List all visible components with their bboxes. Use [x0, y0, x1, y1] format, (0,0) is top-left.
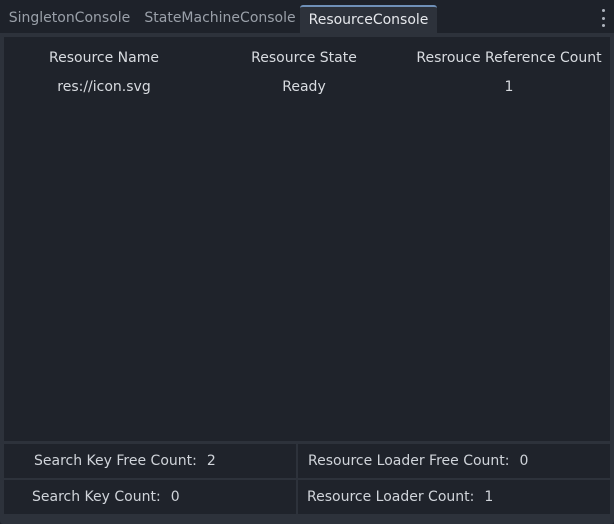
- column-header-resource-name: Resource Name: [49, 50, 159, 66]
- table-cell-resource-state: Ready: [282, 79, 326, 95]
- tab-singleton-console[interactable]: SingletonConsole: [3, 6, 136, 32]
- search-key-free-count-value: 2: [206, 453, 216, 469]
- resource-loader-count-value: 1: [484, 489, 494, 505]
- column-header-reference-count: Resrouce Reference Count: [416, 50, 602, 66]
- search-key-free-count-label: Search Key Free Count:: [34, 453, 197, 469]
- search-key-count-label: Search Key Count:: [32, 489, 161, 505]
- tab-bar: SingletonConsole StateMachineConsole Res…: [0, 0, 614, 33]
- tab-resource-console[interactable]: ResourceConsole: [300, 5, 437, 33]
- resource-loader-count-stat: Resource Loader Count: 1: [298, 480, 610, 514]
- resource-loader-free-count-stat: Resource Loader Free Count: 0: [298, 444, 610, 478]
- resource-table: Resource Name Resource State Resrouce Re…: [4, 37, 610, 441]
- search-key-count-stat: Search Key Count: 0: [4, 480, 296, 514]
- table-cell-resource-name: res://icon.svg: [57, 79, 151, 95]
- resource-loader-count-label: Resource Loader Count:: [307, 489, 475, 505]
- table-cell-reference-count: 1: [504, 79, 514, 95]
- tab-state-machine-console[interactable]: StateMachineConsole: [140, 6, 300, 32]
- column-header-resource-state: Resource State: [251, 50, 357, 66]
- more-options-icon[interactable]: [602, 9, 606, 27]
- resource-console-panel: Resource Name Resource State Resrouce Re…: [0, 33, 614, 524]
- search-key-count-value: 0: [170, 489, 180, 505]
- search-key-free-count-stat: Search Key Free Count: 2: [4, 444, 296, 478]
- resource-loader-free-count-label: Resource Loader Free Count:: [308, 453, 510, 469]
- resource-loader-free-count-value: 0: [519, 453, 529, 469]
